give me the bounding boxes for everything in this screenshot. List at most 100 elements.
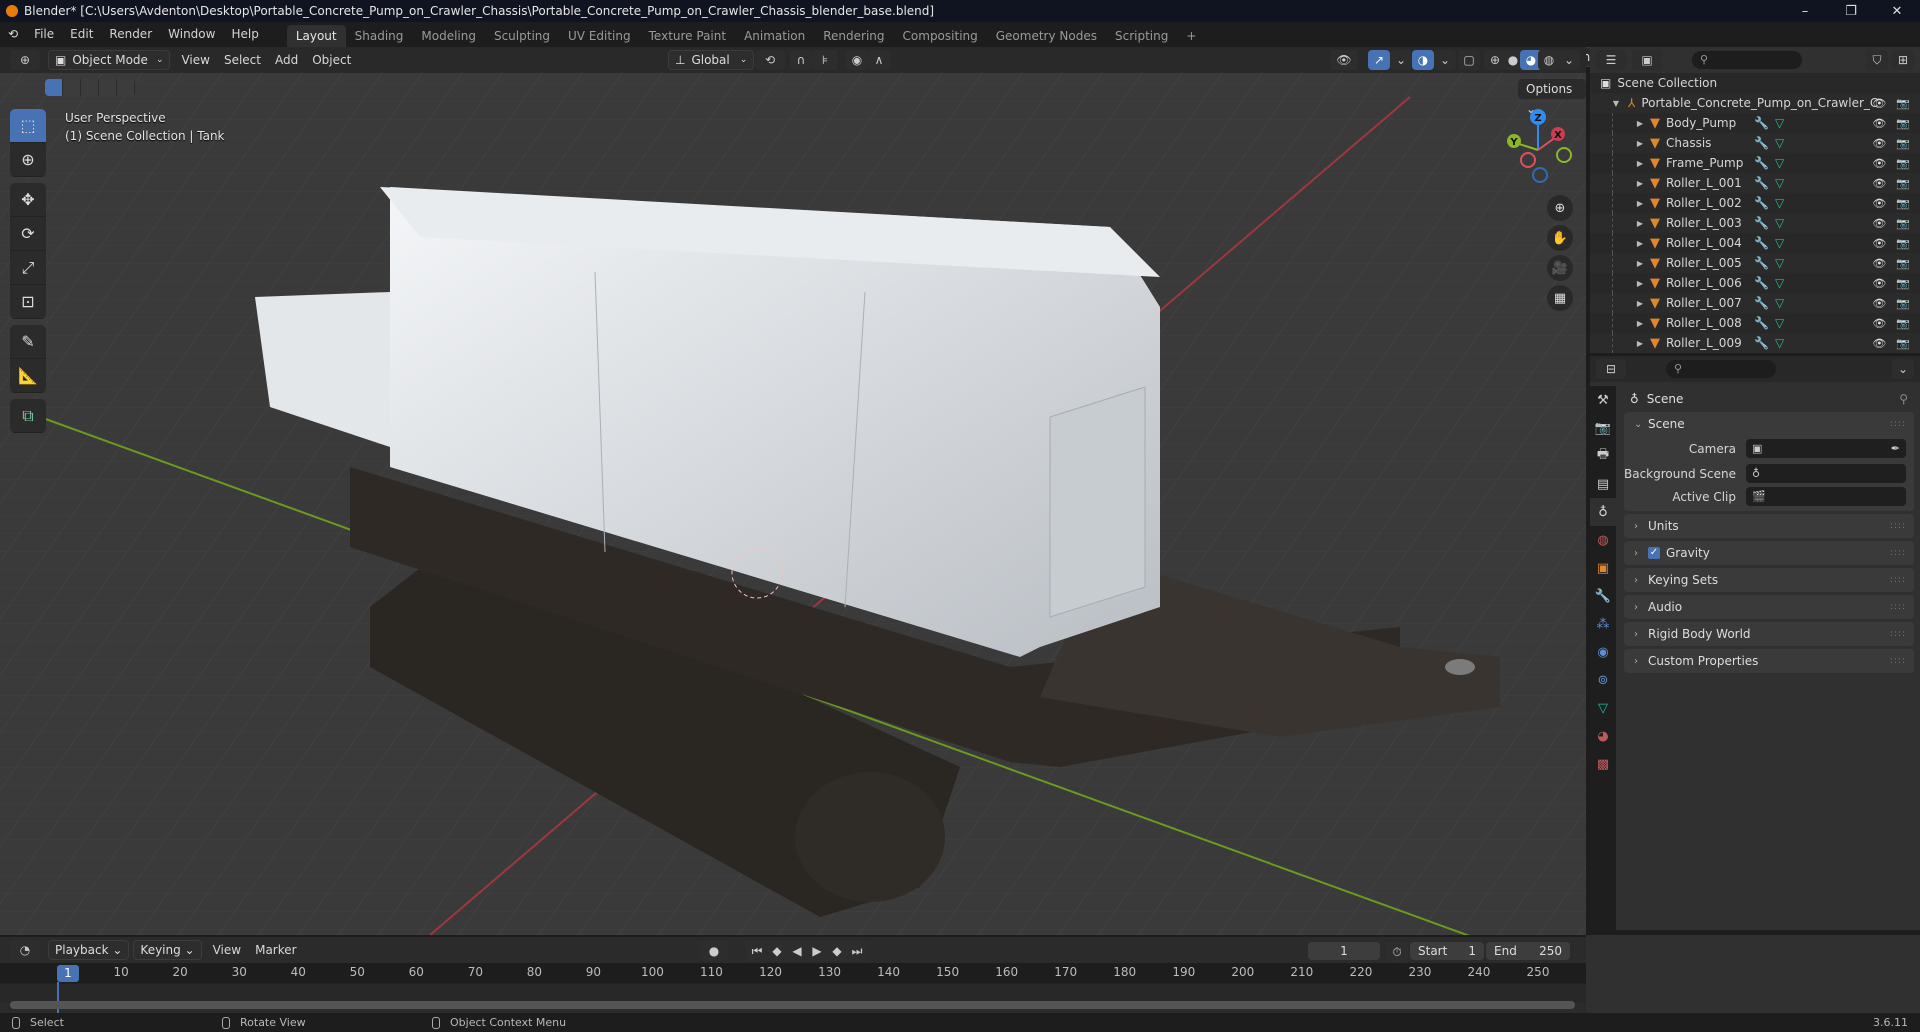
camera-render-icon[interactable]: 📷 bbox=[1896, 317, 1910, 330]
mesh-data-icon[interactable]: ▽ bbox=[1775, 116, 1784, 130]
zoom-icon[interactable]: ⊕ bbox=[1547, 195, 1573, 221]
mesh-data-icon[interactable]: ▽ bbox=[1775, 296, 1784, 310]
outliner-object-row[interactable]: ▶ ▼ Roller_L_005 🔧 ▽ 👁 📷 bbox=[1590, 253, 1920, 273]
outliner-object-row[interactable]: ▶ ▼ Roller_L_007 🔧 ▽ 👁 📷 bbox=[1590, 293, 1920, 313]
render-tab-icon[interactable]: 📷 bbox=[1590, 414, 1616, 442]
expand-arrow-icon[interactable]: ▶ bbox=[1634, 119, 1646, 128]
particles-tab-icon[interactable]: ⁂ bbox=[1590, 610, 1616, 638]
panel-header[interactable]: › Units:::: bbox=[1624, 514, 1914, 538]
mesh-data-icon[interactable]: ▽ bbox=[1775, 256, 1784, 270]
prev-keyframe-icon[interactable]: ◆ bbox=[766, 941, 788, 961]
mesh-data-icon[interactable]: ▽ bbox=[1775, 136, 1784, 150]
camera-render-icon[interactable]: 📷 bbox=[1896, 137, 1910, 150]
drag-handle-icon[interactable]: :::: bbox=[1890, 521, 1906, 531]
expand-arrow-icon[interactable]: ▶ bbox=[1634, 319, 1646, 328]
end-frame-field[interactable]: End 250 bbox=[1486, 942, 1570, 960]
mesh-data-icon[interactable]: ▽ bbox=[1775, 276, 1784, 290]
expand-arrow-icon[interactable]: ▶ bbox=[1634, 199, 1646, 208]
stopwatch-icon[interactable]: ⏱ bbox=[1386, 942, 1408, 962]
viewport-menu-add[interactable]: Add bbox=[268, 53, 305, 67]
current-frame-field[interactable]: 1 bbox=[1308, 942, 1380, 960]
expand-arrow-icon[interactable]: ▶ bbox=[1634, 139, 1646, 148]
mesh-data-icon[interactable]: ▽ bbox=[1775, 336, 1784, 350]
move-tool-icon[interactable]: ✥ bbox=[10, 183, 46, 217]
tab-sculpting[interactable]: Sculpting bbox=[485, 25, 559, 47]
outliner-search-input[interactable]: ⚲ bbox=[1692, 51, 1802, 69]
texture-tab-icon[interactable]: ▩ bbox=[1590, 750, 1616, 778]
timeline-ruler[interactable]: 1 10 20 30 40 50 60 70 80 90 100 110 120 130 140 150 16… bbox=[0, 963, 1586, 983]
gizmo-neg-y[interactable] bbox=[1556, 147, 1572, 163]
tool-tab-icon[interactable]: ⚒ bbox=[1590, 386, 1616, 414]
drag-handle-icon[interactable]: :::: bbox=[1890, 629, 1906, 639]
auto-keying-icon[interactable]: ● bbox=[700, 941, 728, 961]
playback-menu[interactable]: Playback ⌄ bbox=[48, 940, 130, 960]
eye-icon[interactable]: 👁 bbox=[1872, 237, 1886, 250]
scene-tab-icon[interactable]: ♁ bbox=[1590, 498, 1616, 526]
active-clip-field[interactable]: 🎬 bbox=[1746, 487, 1906, 506]
drag-handle-icon[interactable]: :::: bbox=[1890, 548, 1906, 558]
select-box-tool-icon[interactable]: ⬚ bbox=[10, 109, 46, 143]
outliner-object-row[interactable]: ▶ ▼ Body_Pump 🔧 ▽ 👁 📷 bbox=[1590, 113, 1920, 133]
menu-edit[interactable]: Edit bbox=[62, 22, 101, 47]
gizmo-neg-z[interactable] bbox=[1532, 167, 1548, 183]
scene-panel-header[interactable]: ⌄ Scene :::: bbox=[1624, 412, 1914, 436]
expand-arrow-icon[interactable]: ▶ bbox=[1634, 159, 1646, 168]
outliner-object-row[interactable]: ▶ ▼ Frame_Pump 🔧 ▽ 👁 📷 bbox=[1590, 153, 1920, 173]
eye-icon[interactable]: 👁 bbox=[1872, 337, 1886, 350]
panel-header[interactable]: › ✓ Gravity:::: bbox=[1624, 541, 1914, 565]
select-intersect-icon[interactable] bbox=[117, 79, 135, 96]
snap-icon[interactable]: ∩ bbox=[790, 50, 812, 70]
eye-icon[interactable]: 👁 bbox=[1872, 317, 1886, 330]
eye-icon[interactable]: 👁 bbox=[1872, 97, 1886, 110]
modifier-wrench-icon[interactable]: 🔧 bbox=[1754, 176, 1769, 190]
falloff-icon[interactable]: ∧ bbox=[868, 50, 890, 70]
outliner-object-row[interactable]: ▶ ▼ Roller_L_009 🔧 ▽ 👁 📷 bbox=[1590, 333, 1920, 353]
jump-end-icon[interactable]: ⏭ bbox=[846, 941, 868, 961]
menu-window[interactable]: Window bbox=[160, 22, 223, 47]
overlay-toggle-icon[interactable]: ◑ bbox=[1412, 50, 1434, 70]
mesh-data-icon[interactable]: ▽ bbox=[1775, 176, 1784, 190]
add-cube-tool-icon[interactable]: ⧉ bbox=[10, 399, 46, 433]
timeline-menu-view[interactable]: View bbox=[206, 943, 248, 957]
tab-modeling[interactable]: Modeling bbox=[412, 25, 485, 47]
panel-header[interactable]: › Rigid Body World:::: bbox=[1624, 622, 1914, 646]
tab-shading[interactable]: Shading bbox=[346, 25, 413, 47]
outliner-object-row[interactable]: ▶ ▼ Roller_L_008 🔧 ▽ 👁 📷 bbox=[1590, 313, 1920, 333]
gizmo-toggle-icon[interactable]: ↗ bbox=[1368, 50, 1390, 70]
outliner-object-row[interactable]: ▶ ▼ Roller_L_002 🔧 ▽ 👁 📷 bbox=[1590, 193, 1920, 213]
modifier-wrench-icon[interactable]: 🔧 bbox=[1754, 276, 1769, 290]
modifier-wrench-icon[interactable]: 🔧 bbox=[1754, 336, 1769, 350]
outliner-object-row[interactable]: ▶ ▼ Roller_L_004 🔧 ▽ 👁 📷 bbox=[1590, 233, 1920, 253]
timeline-menu-marker[interactable]: Marker bbox=[248, 943, 303, 957]
select-invert-icon[interactable] bbox=[99, 79, 117, 96]
select-subtract-icon[interactable] bbox=[81, 79, 99, 96]
scale-tool-icon[interactable]: ⤢ bbox=[10, 251, 46, 285]
drag-handle-icon[interactable]: :::: bbox=[1890, 575, 1906, 585]
expand-arrow-icon[interactable]: ▶ bbox=[1634, 339, 1646, 348]
camera-render-icon[interactable]: 📷 bbox=[1896, 97, 1910, 110]
outliner-object-row[interactable]: ▶ ▼ Chassis 🔧 ▽ 👁 📷 bbox=[1590, 133, 1920, 153]
expand-arrow-icon[interactable]: ▶ bbox=[1634, 299, 1646, 308]
physics-tab-icon[interactable]: ◉ bbox=[1590, 638, 1616, 666]
expand-arrow-icon[interactable]: ▶ bbox=[1634, 259, 1646, 268]
camera-render-icon[interactable]: 📷 bbox=[1896, 277, 1910, 290]
modifiers-tab-icon[interactable]: 🔧 bbox=[1590, 582, 1616, 610]
camera-render-icon[interactable]: 📷 bbox=[1896, 237, 1910, 250]
transform-orientation-dropdown[interactable]: ⊥ Global ⌄ bbox=[668, 50, 755, 70]
view-layer-tab-icon[interactable]: ▤ bbox=[1590, 470, 1616, 498]
eye-icon[interactable]: 👁 bbox=[1872, 297, 1886, 310]
outliner-object-row[interactable]: ▶ ▼ Roller_L_001 🔧 ▽ 👁 📷 bbox=[1590, 173, 1920, 193]
tab-animation[interactable]: Animation bbox=[735, 25, 814, 47]
viewport-menu-select[interactable]: Select bbox=[217, 53, 268, 67]
world-tab-icon[interactable]: ◍ bbox=[1590, 526, 1616, 554]
eye-icon[interactable]: 👁 bbox=[1872, 157, 1886, 170]
modifier-wrench-icon[interactable]: 🔧 bbox=[1754, 316, 1769, 330]
filter-icon[interactable]: ⛉ bbox=[1866, 50, 1888, 70]
panel-checkbox[interactable]: ✓ bbox=[1648, 547, 1660, 559]
tab-geometry-nodes[interactable]: Geometry Nodes bbox=[987, 25, 1106, 47]
expand-arrow-icon[interactable]: ▶ bbox=[1634, 219, 1646, 228]
properties-search-input[interactable]: ⚲ bbox=[1666, 360, 1776, 378]
drag-handle-icon[interactable]: :::: bbox=[1890, 602, 1906, 612]
eye-icon[interactable]: 👁 bbox=[1872, 277, 1886, 290]
navigation-gizmo[interactable]: Z X Y bbox=[1498, 107, 1578, 187]
